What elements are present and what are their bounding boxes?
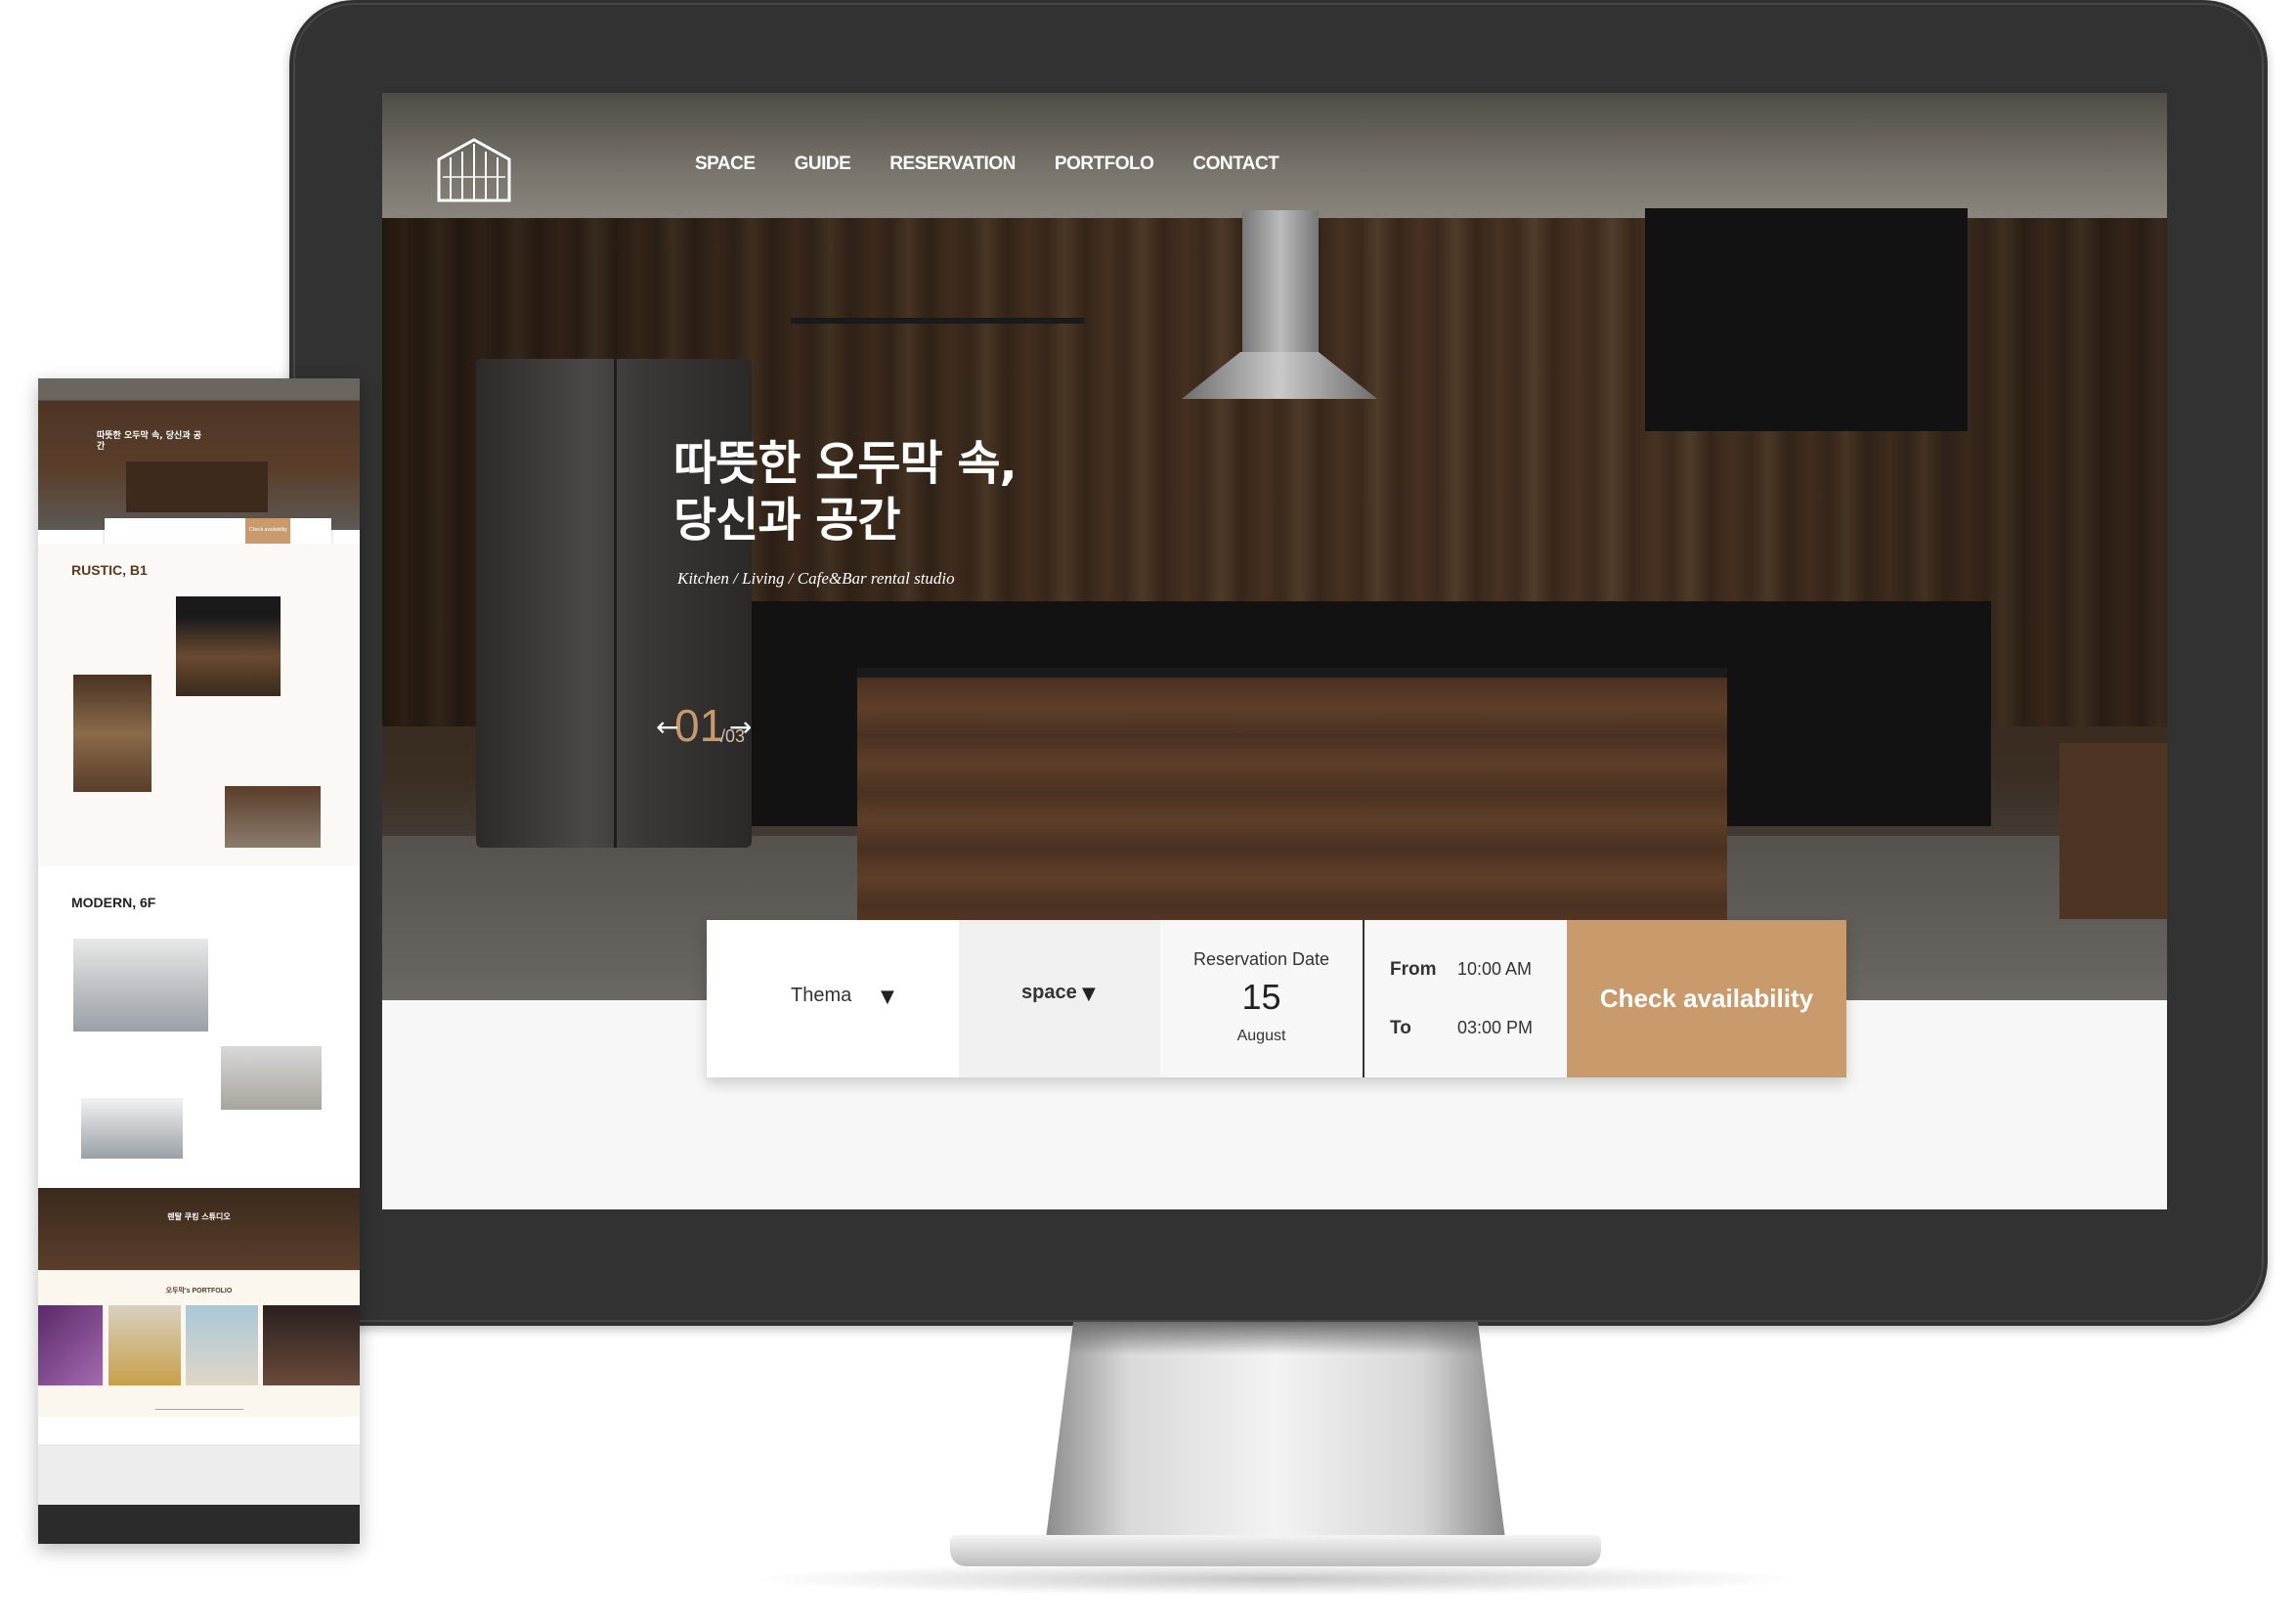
website-screen: SPACE GUIDE RESERVATION PORTFOLO CONTACT… <box>382 93 2167 1209</box>
mobile-modern-photo-multi <box>221 1046 322 1110</box>
mobile-rustic-photo-living <box>225 786 321 848</box>
check-availability-button[interactable]: Check availability <box>1567 920 1846 1077</box>
mobile-modern-photo-kitchen <box>73 939 208 1031</box>
mobile-studio-band: 렌탈 쿠킹 스튜디오 <box>38 1188 360 1270</box>
mobile-check-label: Check availability <box>249 527 287 533</box>
mobile-rustic-photo-cafe <box>73 675 152 792</box>
thema-select[interactable]: Thema ▼ <box>707 920 959 1077</box>
monitor-stand-shade <box>1068 1322 1483 1355</box>
next-slide-arrow-icon[interactable]: → <box>729 711 752 743</box>
mobile-portfolio-section: 오두막's PORTFOLIO <box>38 1270 360 1417</box>
mobile-rustic-title: RUSTIC, B1 <box>71 562 148 578</box>
reservation-date-picker[interactable]: Reservation Date 15 August <box>1160 920 1363 1077</box>
mobile-portfolio-photo-1[interactable] <box>38 1305 103 1385</box>
prev-slide-arrow-icon[interactable]: ← <box>656 711 678 743</box>
hero-title: 따뜻한 오두막 속, 당신과 공간 <box>673 435 1018 549</box>
time-range: From 10:00 AM To 03:00 PM <box>1363 920 1567 1077</box>
hero-title-line-2: 당신과 공간 <box>673 493 901 548</box>
stand-shadow <box>743 1562 1808 1596</box>
nav-portfolio[interactable]: PORTFOLO <box>1055 154 1154 175</box>
mobile-portfolio-title: 오두막's PORTFOLIO <box>165 1288 233 1295</box>
wooden-bench <box>2059 743 2167 919</box>
reservation-date-label: Reservation Date <box>1192 949 1330 969</box>
mobile-footer <box>38 1505 360 1544</box>
to-label: To <box>1390 1018 1411 1038</box>
reservation-date-month: August <box>1236 1028 1286 1044</box>
nav-contact[interactable]: CONTACT <box>1192 154 1278 175</box>
main-nav: SPACE GUIDE RESERVATION PORTFOLO CONTACT <box>695 154 1279 175</box>
thema-dropdown-icon: ▼ <box>881 987 894 1007</box>
slide-current: 01 <box>674 700 725 751</box>
mobile-portfolio-photo-3[interactable] <box>186 1305 258 1385</box>
cabin-logo-icon[interactable] <box>435 138 513 202</box>
reservation-bar: Thema ▼ space ▼ Reservation Date 15 Augu… <box>707 920 1846 1077</box>
range-hood <box>1242 210 1319 357</box>
mobile-band-title: 렌탈 쿠킹 스튜디오 <box>167 1212 231 1221</box>
mobile-modern-title: MODERN, 6F <box>71 895 156 910</box>
mobile-page-preview: 따뜻한 오두막 속, 당신과 공간 Check availability RUS… <box>38 378 360 1544</box>
hero-section: SPACE GUIDE RESERVATION PORTFOLO CONTACT… <box>382 93 2167 1000</box>
mobile-reservation-bar <box>105 518 331 544</box>
mobile-portfolio-photo-4[interactable] <box>263 1305 360 1385</box>
from-label: From <box>1390 959 1437 980</box>
thema-label: Thema <box>791 985 852 1006</box>
hero-title-line-1: 따뜻한 오두막 속, <box>673 436 1018 491</box>
mobile-hero-title: 따뜻한 오두막 속, 당신과 공간 <box>97 431 202 452</box>
space-label: space <box>1021 982 1077 1003</box>
mobile-check-button[interactable]: Check availability <box>245 518 290 544</box>
mobile-portfolio-photo-2[interactable] <box>108 1305 181 1385</box>
space-select[interactable]: space ▼ <box>959 920 1160 1077</box>
utensil-rail <box>791 318 1084 324</box>
space-dropdown-icon: ▼ <box>1082 984 1096 1004</box>
mobile-rustic-photo-kitchen <box>176 596 281 696</box>
check-availability-label: Check availability <box>1599 984 1814 1013</box>
nav-guide[interactable]: GUIDE <box>795 154 851 175</box>
mobile-portfolio-divider <box>155 1409 243 1410</box>
hero-subtitle: Kitchen / Living / Cafe&Bar rental studi… <box>677 569 955 588</box>
from-time[interactable]: 10:00 AM <box>1457 959 1532 980</box>
nav-reservation[interactable]: RESERVATION <box>889 154 1016 175</box>
mobile-map[interactable] <box>38 1444 360 1505</box>
to-time[interactable]: 03:00 PM <box>1457 1018 1533 1038</box>
monitor-stand-base <box>950 1535 1601 1566</box>
mobile-modern-photo-living <box>81 1098 183 1159</box>
mobile-hero-island <box>126 461 268 512</box>
wall-cabinet <box>1645 208 1968 431</box>
reservation-date-day: 15 <box>1241 977 1281 1017</box>
nav-space[interactable]: SPACE <box>695 154 756 175</box>
refrigerator-door-line <box>614 359 617 848</box>
